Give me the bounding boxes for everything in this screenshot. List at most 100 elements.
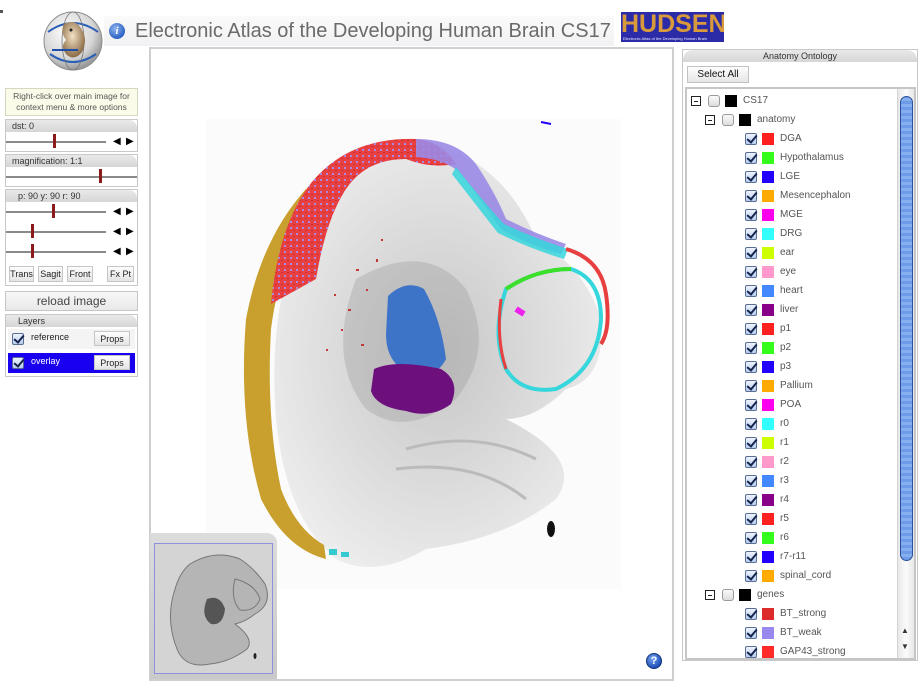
color-swatch[interactable] xyxy=(762,380,774,392)
color-swatch[interactable] xyxy=(762,475,774,487)
color-swatch[interactable] xyxy=(762,456,774,468)
distance-slider[interactable]: ◀ ▶ xyxy=(6,132,137,152)
color-swatch[interactable] xyxy=(762,513,774,525)
pitch-slider-track[interactable] xyxy=(6,211,106,213)
ontology-item-checkbox[interactable] xyxy=(745,513,757,525)
ontology-item-bt-weak[interactable]: BT_weak xyxy=(687,624,892,643)
ontology-item-checkbox[interactable] xyxy=(745,551,757,563)
color-swatch[interactable] xyxy=(762,342,774,354)
ontology-item-checkbox[interactable] xyxy=(722,589,734,601)
ontology-item-liver[interactable]: liver xyxy=(687,301,892,320)
yaw-slider[interactable]: ◀ ▶ xyxy=(6,222,137,242)
ontology-item-lge[interactable]: LGE xyxy=(687,168,892,187)
pitch-slider-thumb[interactable] xyxy=(52,204,55,218)
ontology-item-checkbox[interactable] xyxy=(745,570,757,582)
embryo-section-image[interactable] xyxy=(206,119,621,589)
ontology-item-checkbox[interactable] xyxy=(745,209,757,221)
color-swatch[interactable] xyxy=(762,551,774,563)
ontology-item-checkbox[interactable] xyxy=(745,456,757,468)
color-swatch[interactable] xyxy=(762,627,774,639)
ontology-item-r5[interactable]: r5 xyxy=(687,510,892,529)
transverse-view-button[interactable]: Trans xyxy=(9,266,34,282)
color-swatch[interactable] xyxy=(762,133,774,145)
ontology-item-r4[interactable]: r4 xyxy=(687,491,892,510)
color-swatch[interactable] xyxy=(762,570,774,582)
color-swatch[interactable] xyxy=(762,399,774,411)
color-swatch[interactable] xyxy=(762,190,774,202)
ontology-item-checkbox[interactable] xyxy=(745,323,757,335)
collapse-toggle-icon[interactable] xyxy=(691,96,701,106)
ontology-item-checkbox[interactable] xyxy=(745,152,757,164)
distance-increase-arrow-icon[interactable]: ▶ xyxy=(126,136,134,148)
layer-row-reference[interactable]: reference Props xyxy=(8,329,135,349)
help-icon[interactable]: ? xyxy=(646,653,662,669)
color-swatch[interactable] xyxy=(725,95,737,107)
distance-slider-thumb[interactable] xyxy=(53,134,56,148)
color-swatch[interactable] xyxy=(762,152,774,164)
sagittal-view-button[interactable]: Sagit xyxy=(38,266,63,282)
collapse-toggle-icon[interactable] xyxy=(705,115,715,125)
color-swatch[interactable] xyxy=(762,209,774,221)
ontology-item-checkbox[interactable] xyxy=(745,418,757,430)
select-all-button[interactable]: Select All xyxy=(687,66,749,83)
ontology-item-r1[interactable]: r1 xyxy=(687,434,892,453)
ontology-item-checkbox[interactable] xyxy=(745,646,757,658)
color-swatch[interactable] xyxy=(762,171,774,183)
fix-point-button[interactable]: Fx Pt xyxy=(107,266,134,282)
ontology-item-mge[interactable]: MGE xyxy=(687,206,892,225)
info-icon[interactable]: i xyxy=(109,23,125,39)
ontology-item-checkbox[interactable] xyxy=(745,285,757,297)
distance-decrease-arrow-icon[interactable]: ◀ xyxy=(113,136,121,148)
color-swatch[interactable] xyxy=(762,646,774,658)
layer-row-overlay[interactable]: overlay Props xyxy=(8,353,135,373)
ontology-item-checkbox[interactable] xyxy=(745,190,757,202)
yaw-slider-thumb[interactable] xyxy=(31,224,34,238)
ontology-item-r6[interactable]: r6 xyxy=(687,529,892,548)
color-swatch[interactable] xyxy=(762,247,774,259)
color-swatch[interactable] xyxy=(762,285,774,297)
ontology-item-p1[interactable]: p1 xyxy=(687,320,892,339)
magnification-slider-thumb[interactable] xyxy=(99,169,102,183)
ontology-item-eye[interactable]: eye xyxy=(687,263,892,282)
color-swatch[interactable] xyxy=(762,323,774,335)
color-swatch[interactable] xyxy=(762,418,774,430)
ontology-item-checkbox[interactable] xyxy=(745,342,757,354)
ontology-item-anatomy[interactable]: anatomy xyxy=(687,111,892,130)
ontology-item-poa[interactable]: POA xyxy=(687,396,892,415)
color-swatch[interactable] xyxy=(762,532,774,544)
ontology-item-checkbox[interactable] xyxy=(745,361,757,373)
ontology-item-cs17[interactable]: CS17 xyxy=(687,92,892,111)
roll-increase-arrow-icon[interactable]: ▶ xyxy=(126,246,134,258)
distance-slider-track[interactable] xyxy=(6,141,106,143)
ontology-item-checkbox[interactable] xyxy=(745,475,757,487)
ontology-item-checkbox[interactable] xyxy=(745,608,757,620)
ontology-item-ear[interactable]: ear xyxy=(687,244,892,263)
ontology-item-checkbox[interactable] xyxy=(745,627,757,639)
color-swatch[interactable] xyxy=(762,228,774,240)
ontology-scrollbar-thumb[interactable] xyxy=(900,96,913,561)
scroll-up-arrow-icon[interactable]: ▲ xyxy=(901,626,909,635)
yaw-increase-arrow-icon[interactable]: ▶ xyxy=(126,226,134,238)
ontology-item-gap43-strong[interactable]: GAP43_strong xyxy=(687,643,892,658)
ontology-item-pallium[interactable]: Pallium xyxy=(687,377,892,396)
reference-props-button[interactable]: Props xyxy=(94,331,130,346)
frontal-view-button[interactable]: Front xyxy=(67,266,93,282)
color-swatch[interactable] xyxy=(739,589,751,601)
ontology-item-checkbox[interactable] xyxy=(745,380,757,392)
ontology-item-r2[interactable]: r2 xyxy=(687,453,892,472)
ontology-item-hypothalamus[interactable]: Hypothalamus xyxy=(687,149,892,168)
scroll-down-arrow-icon[interactable]: ▼ xyxy=(901,642,909,651)
ontology-item-checkbox[interactable] xyxy=(745,228,757,240)
ontology-item-checkbox[interactable] xyxy=(745,494,757,506)
hudsen-logo[interactable]: HUDSEN Electronic Atlas of the Developin… xyxy=(621,12,724,42)
roll-slider[interactable]: ◀ ▶ xyxy=(6,242,137,262)
ontology-item-checkbox[interactable] xyxy=(708,95,720,107)
reload-image-button[interactable]: reload image xyxy=(5,291,138,311)
ontology-item-checkbox[interactable] xyxy=(745,266,757,278)
ontology-item-bt-strong[interactable]: BT_strong xyxy=(687,605,892,624)
roll-decrease-arrow-icon[interactable]: ◀ xyxy=(113,246,121,258)
pitch-slider[interactable]: ◀ ▶ xyxy=(6,202,137,222)
color-swatch[interactable] xyxy=(762,304,774,316)
ontology-item-checkbox[interactable] xyxy=(745,437,757,449)
ontology-item-checkbox[interactable] xyxy=(745,133,757,145)
